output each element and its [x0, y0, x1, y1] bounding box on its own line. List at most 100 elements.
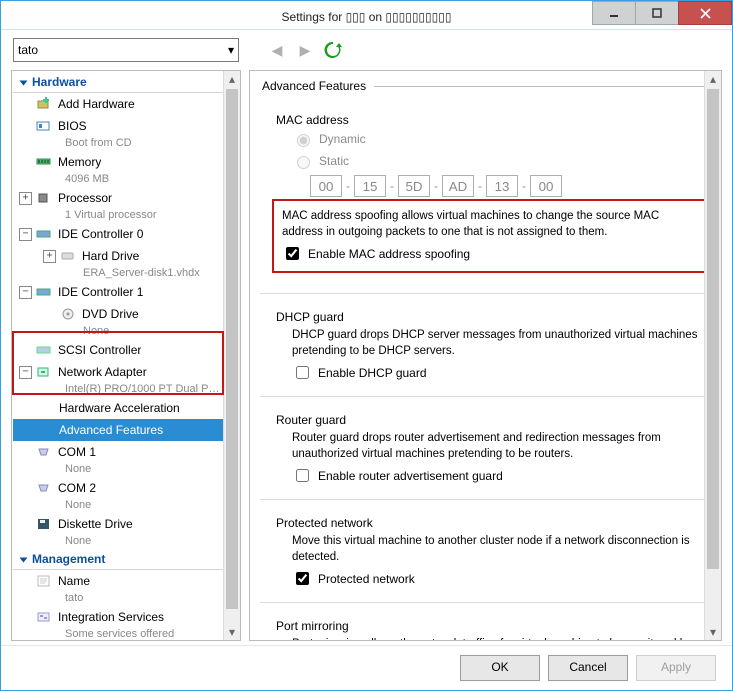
scroll-up-icon[interactable]: ▴ — [705, 71, 721, 87]
tree-bios[interactable]: BIOS — [13, 115, 223, 137]
pane-scrollbar[interactable]: ▴ ▾ — [704, 71, 721, 640]
mac-octet-2[interactable] — [354, 175, 386, 197]
ide-controller-icon — [36, 227, 52, 241]
chevron-down-icon: ▾ — [228, 43, 234, 57]
enable-mac-spoofing-checkbox[interactable]: Enable MAC address spoofing — [282, 244, 697, 263]
port-mirroring-title: Port mirroring — [276, 619, 703, 633]
mac-octet-5[interactable] — [486, 175, 518, 197]
nav-forward-button[interactable]: ▶ — [295, 40, 315, 60]
tree-memory[interactable]: Memory — [13, 151, 223, 173]
minimize-button[interactable] — [592, 1, 636, 25]
section-hardware[interactable]: Hardware — [13, 72, 223, 93]
settings-window: Settings for ▯▯▯ on ▯▯▯▯▯▯▯▯▯▯ tato ▾ ◀ … — [0, 0, 733, 691]
dhcp-guard-group: DHCP guard DHCP guard drops DHCP server … — [262, 298, 713, 392]
router-guard-desc: Router guard drops router advertisement … — [292, 431, 703, 462]
scroll-down-icon[interactable]: ▾ — [224, 624, 240, 640]
tree-memory-sub: 4096 MB — [13, 173, 223, 187]
cancel-button[interactable]: Cancel — [548, 655, 628, 681]
router-guard-title: Router guard — [276, 413, 703, 427]
mac-octet-4[interactable] — [442, 175, 474, 197]
tree-com2[interactable]: COM 2 — [13, 477, 223, 499]
collapse-icon[interactable]: − — [19, 366, 32, 379]
tree-integration-services[interactable]: Integration Services — [13, 606, 223, 628]
enable-dhcp-guard-checkbox[interactable]: Enable DHCP guard — [292, 363, 703, 382]
protected-network-checkbox[interactable]: Protected network — [292, 569, 703, 588]
tree-ide1[interactable]: −IDE Controller 1 — [13, 281, 223, 303]
tree-network-adapter[interactable]: −Network Adapter — [13, 361, 223, 383]
tree-scsi[interactable]: SCSI Controller — [13, 339, 223, 361]
dialog-footer: OK Cancel Apply — [1, 645, 732, 690]
tree-dvd-drive[interactable]: DVD Drive — [13, 303, 223, 325]
highlight-annotation: MAC address spoofing allows virtual mach… — [272, 199, 707, 273]
name-icon — [36, 574, 52, 588]
vm-selector[interactable]: tato ▾ — [13, 38, 239, 62]
titlebar: Settings for ▯▯▯ on ▯▯▯▯▯▯▯▯▯▯ — [1, 1, 732, 30]
section-management[interactable]: Management — [13, 549, 223, 570]
tree-diskette-sub: None — [13, 535, 223, 549]
tree-hard-drive[interactable]: +Hard Drive — [13, 245, 223, 267]
port-mirroring-desc: Port mirroring allows the network traffi… — [292, 637, 703, 641]
tree-bios-sub: Boot from CD — [13, 137, 223, 151]
pane-title: Advanced Features — [262, 79, 366, 93]
dhcp-guard-desc: DHCP guard drops DHCP server messages fr… — [292, 328, 703, 359]
divider — [260, 602, 715, 603]
com-port-icon — [36, 481, 52, 495]
integration-services-icon — [36, 610, 52, 624]
collapse-icon[interactable]: − — [19, 228, 32, 241]
ide-controller-icon — [36, 285, 52, 299]
maximize-button[interactable] — [635, 1, 679, 25]
tree-ide0[interactable]: −IDE Controller 0 — [13, 223, 223, 245]
collapse-icon[interactable]: − — [19, 286, 32, 299]
vm-selector-value: tato — [18, 43, 38, 57]
toolbar: tato ▾ ◀ ▶ — [1, 30, 732, 70]
mac-dynamic-radio[interactable]: Dynamic — [292, 131, 703, 147]
tree-processor[interactable]: +Processor — [13, 187, 223, 209]
apply-button[interactable]: Apply — [636, 655, 716, 681]
dvd-drive-icon — [60, 307, 76, 321]
nav-tree[interactable]: Hardware Add Hardware BIOS Boot from CD … — [13, 72, 223, 639]
tree-name[interactable]: Name — [13, 570, 223, 592]
diskette-icon — [36, 517, 52, 531]
nav-tree-panel: Hardware Add Hardware BIOS Boot from CD … — [11, 70, 241, 641]
close-button[interactable] — [678, 1, 732, 25]
mac-address-label: MAC address — [276, 113, 703, 127]
tree-diskette[interactable]: Diskette Drive — [13, 513, 223, 535]
tree-com1[interactable]: COM 1 — [13, 441, 223, 463]
mac-octet-1[interactable] — [310, 175, 342, 197]
nav-back-button[interactable]: ◀ — [267, 40, 287, 60]
expand-icon[interactable]: + — [19, 192, 32, 205]
tree-processor-sub: 1 Virtual processor — [13, 209, 223, 223]
bios-icon — [36, 119, 52, 133]
scroll-down-icon[interactable]: ▾ — [705, 624, 721, 640]
mac-octet-3[interactable] — [398, 175, 430, 197]
tree-dvd-sub: None — [13, 325, 223, 339]
tree-hardware-acceleration[interactable]: Hardware Acceleration — [13, 397, 223, 419]
refresh-button[interactable] — [323, 40, 343, 60]
hard-drive-icon — [60, 249, 76, 263]
tree-com2-sub: None — [13, 499, 223, 513]
dhcp-guard-title: DHCP guard — [276, 310, 703, 324]
scroll-thumb[interactable] — [226, 89, 238, 609]
tree-scrollbar[interactable]: ▴ ▾ — [223, 71, 240, 640]
add-hardware-icon — [36, 97, 52, 111]
com-port-icon — [36, 445, 52, 459]
tree-add-hardware[interactable]: Add Hardware — [13, 93, 223, 115]
scroll-up-icon[interactable]: ▴ — [224, 71, 240, 87]
ok-button[interactable]: OK — [460, 655, 540, 681]
scsi-controller-icon — [36, 343, 52, 357]
mac-address-group: MAC address Dynamic Static - - - - - MAC… — [262, 101, 713, 289]
mac-octet-6[interactable] — [530, 175, 562, 197]
mac-static-radio[interactable]: Static — [292, 153, 703, 169]
tree-name-sub: tato — [13, 592, 223, 606]
tree-advanced-features[interactable]: Advanced Features — [13, 419, 223, 441]
settings-pane: Advanced Features MAC address Dynamic St… — [249, 70, 722, 641]
divider — [260, 499, 715, 500]
protected-network-title: Protected network — [276, 516, 703, 530]
divider — [260, 396, 715, 397]
scroll-thumb[interactable] — [707, 89, 719, 569]
expand-icon[interactable]: + — [43, 250, 56, 263]
mac-spoof-desc: MAC address spoofing allows virtual mach… — [282, 209, 697, 240]
tree-hd-sub: ERA_Server-disk1.vhdx — [13, 267, 223, 281]
enable-router-guard-checkbox[interactable]: Enable router advertisement guard — [292, 466, 703, 485]
protected-network-group: Protected network Move this virtual mach… — [262, 504, 713, 598]
